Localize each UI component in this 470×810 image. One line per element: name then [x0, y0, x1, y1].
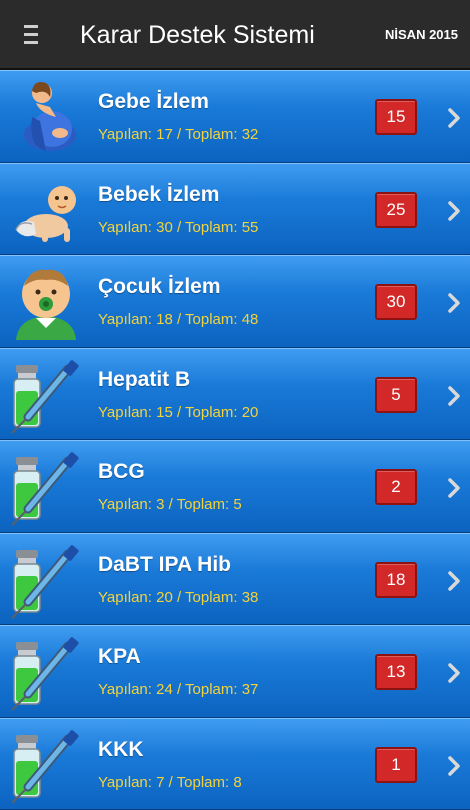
list-item-hepatit-b[interactable]: Hepatit B Yapılan: 15 / Toplam: 20 5 — [0, 348, 470, 441]
list-item-gebe-izlem[interactable]: Gebe İzlem Yapılan: 17 / Toplam: 32 15 — [0, 70, 470, 163]
item-title: Bebek İzlem — [98, 182, 219, 208]
item-title: Hepatit B — [98, 367, 190, 393]
child-icon — [6, 262, 86, 342]
list-item-dabt-ipa-hib[interactable]: DaBT IPA Hib Yapılan: 20 / Toplam: 38 18 — [0, 533, 470, 626]
item-title: Çocuk İzlem — [98, 274, 221, 300]
item-title: KPA — [98, 644, 141, 670]
item-progress: Yapılan: 15 / Toplam: 20 — [98, 403, 258, 423]
pending-count-badge: 1 — [375, 747, 417, 783]
item-progress: Yapılan: 24 / Toplam: 37 — [98, 680, 258, 700]
chevron-right-icon — [444, 107, 464, 129]
list-item-bcg[interactable]: BCG Yapılan: 3 / Toplam: 5 2 — [0, 440, 470, 533]
chevron-right-icon — [444, 292, 464, 314]
pending-count-badge: 18 — [375, 562, 417, 598]
chevron-right-icon — [444, 385, 464, 407]
pending-count-badge: 2 — [375, 469, 417, 505]
item-progress: Yapılan: 20 / Toplam: 38 — [98, 588, 258, 608]
item-progress: Yapılan: 18 / Toplam: 48 — [98, 310, 258, 330]
vaccine-syringe-icon — [6, 355, 86, 435]
vaccine-syringe-icon — [6, 632, 86, 712]
app-title: Karar Destek Sistemi — [80, 20, 315, 50]
pregnant-woman-icon — [6, 77, 86, 157]
hamburger-menu-icon[interactable] — [24, 25, 38, 45]
item-title: DaBT IPA Hib — [98, 552, 231, 578]
list-item-bebek-izlem[interactable]: Bebek İzlem Yapılan: 30 / Toplam: 55 25 — [0, 163, 470, 256]
item-title: BCG — [98, 459, 145, 485]
monitoring-list: Gebe İzlem Yapılan: 17 / Toplam: 32 15 B… — [0, 70, 470, 810]
chevron-right-icon — [444, 755, 464, 777]
chevron-right-icon — [444, 477, 464, 499]
period-label: NİSAN 2015 — [385, 26, 458, 44]
baby-icon — [6, 170, 86, 250]
pending-count-badge: 5 — [375, 377, 417, 413]
chevron-right-icon — [444, 570, 464, 592]
list-item-kkk[interactable]: KKK Yapılan: 7 / Toplam: 8 1 — [0, 718, 470, 810]
list-item-kpa[interactable]: KPA Yapılan: 24 / Toplam: 37 13 — [0, 625, 470, 718]
pending-count-badge: 30 — [375, 284, 417, 320]
app-bar: Karar Destek Sistemi NİSAN 2015 — [0, 0, 470, 70]
pending-count-badge: 15 — [375, 99, 417, 135]
chevron-right-icon — [444, 200, 464, 222]
chevron-right-icon — [444, 662, 464, 684]
item-progress: Yapılan: 30 / Toplam: 55 — [98, 218, 258, 238]
item-progress: Yapılan: 7 / Toplam: 8 — [98, 773, 242, 793]
item-title: Gebe İzlem — [98, 89, 209, 115]
list-item-cocuk-izlem[interactable]: Çocuk İzlem Yapılan: 18 / Toplam: 48 30 — [0, 255, 470, 348]
vaccine-syringe-icon — [6, 725, 86, 805]
item-progress: Yapılan: 3 / Toplam: 5 — [98, 495, 242, 515]
vaccine-syringe-icon — [6, 447, 86, 527]
pending-count-badge: 25 — [375, 192, 417, 228]
item-title: KKK — [98, 737, 144, 763]
vaccine-syringe-icon — [6, 540, 86, 620]
pending-count-badge: 13 — [375, 654, 417, 690]
item-progress: Yapılan: 17 / Toplam: 32 — [98, 125, 258, 145]
